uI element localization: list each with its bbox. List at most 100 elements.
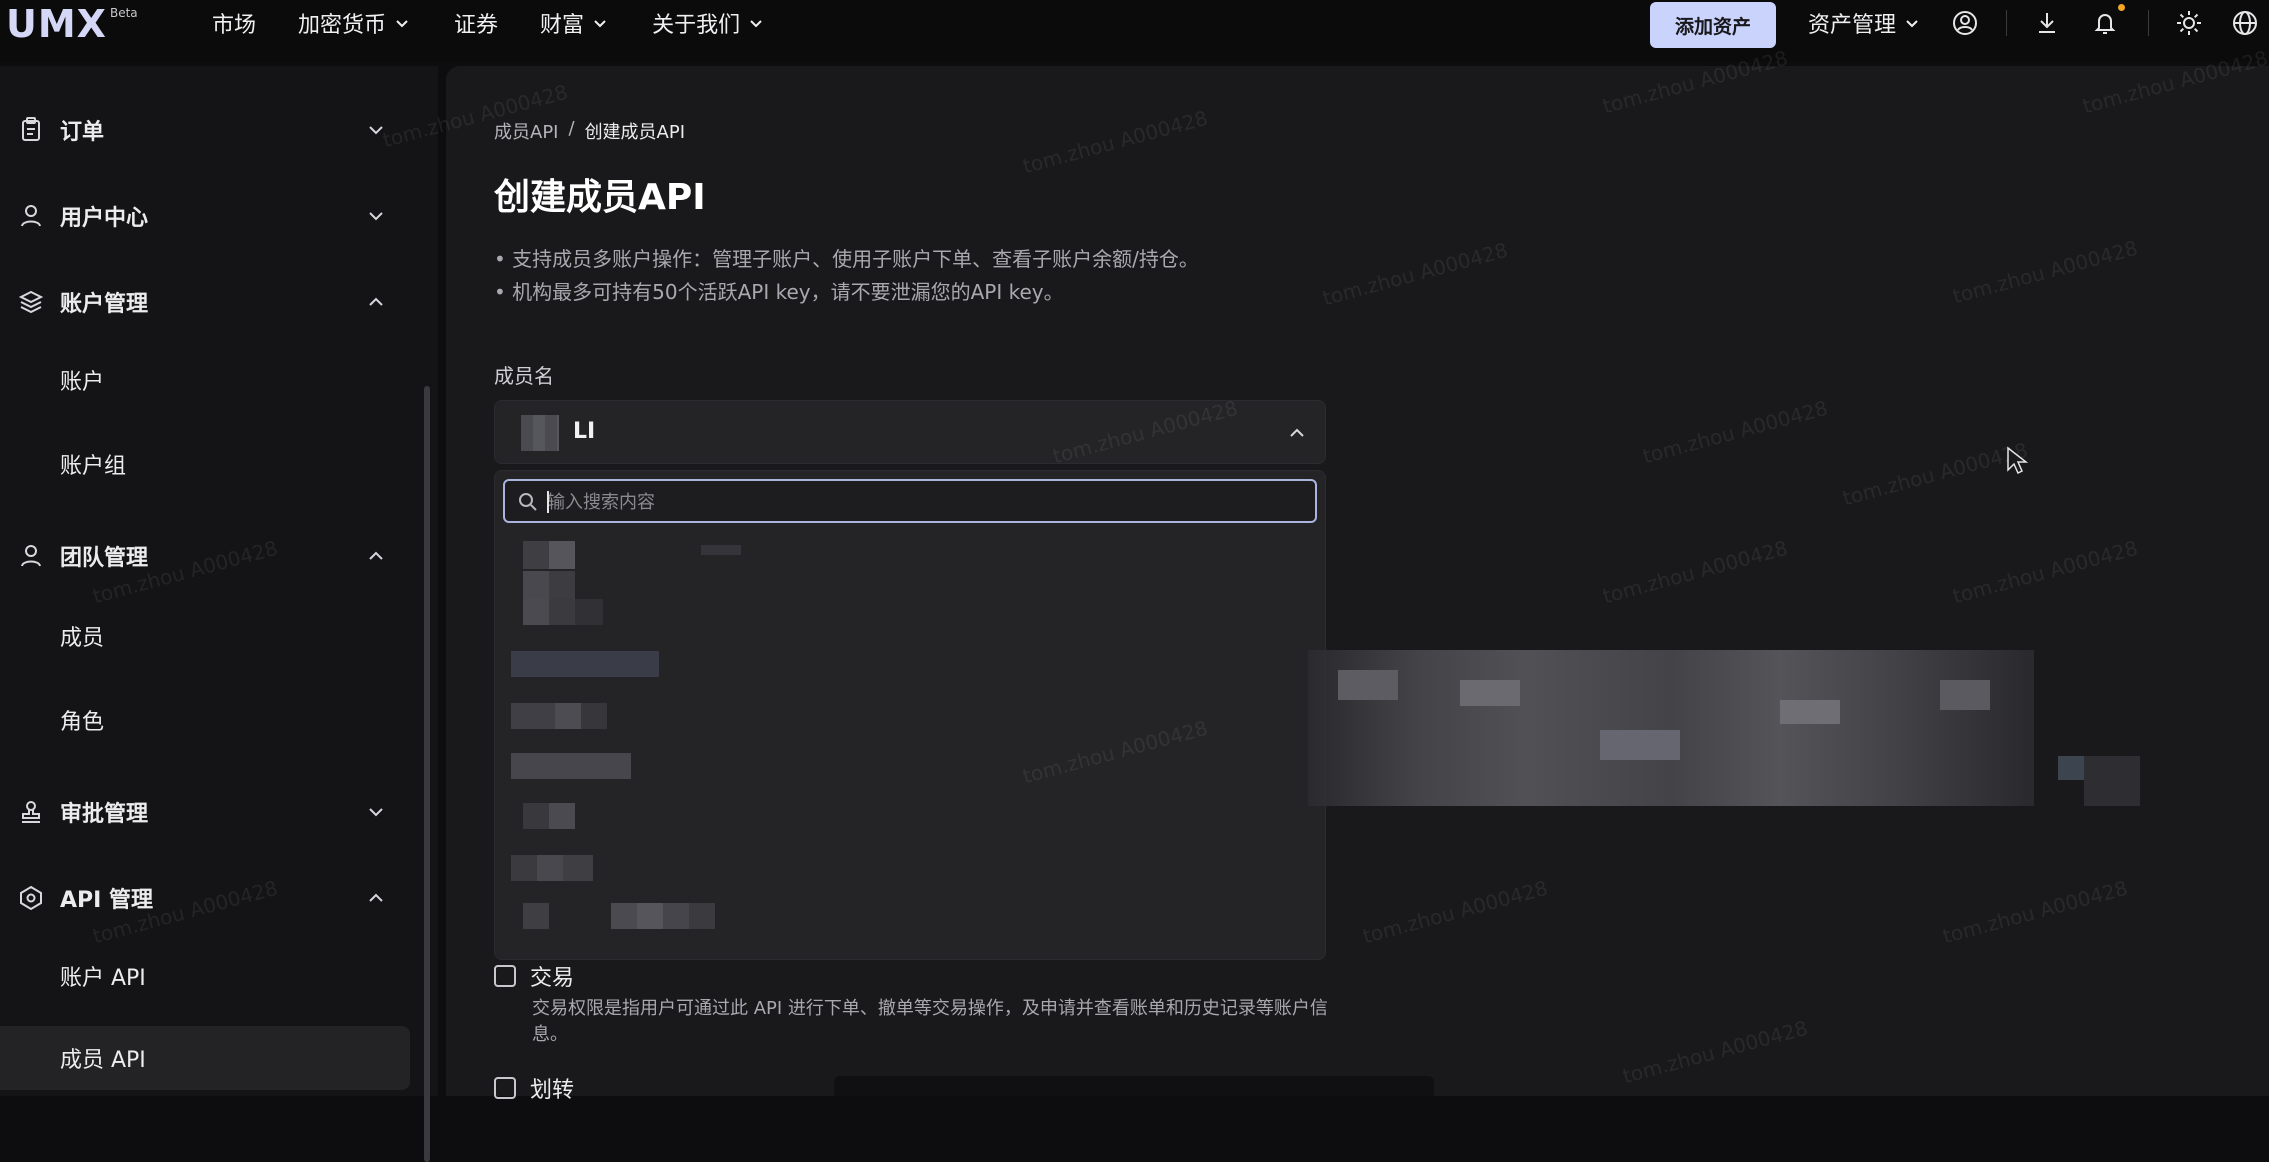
dropdown-option-redacted[interactable]: [511, 571, 811, 601]
nav-item-label: 市场: [212, 13, 257, 38]
bell-icon[interactable]: [2090, 8, 2120, 38]
sidebar: 订单 用户中心 账户管理 账户 账户组 团队管理 成员 角色 审批管理 API …: [0, 66, 438, 1162]
info-note: • 机构最多可持有50个活跃API key，请不要泄漏您的API key。: [494, 280, 1064, 304]
permission-transfer-row[interactable]: 划转: [494, 1072, 574, 1104]
download-icon[interactable]: [2032, 8, 2062, 38]
bottom-floating-bar: [834, 1076, 1434, 1096]
logo-text: UMX: [6, 2, 107, 46]
asset-management-menu[interactable]: 资产管理: [1808, 0, 1922, 46]
chevron-down-icon: [364, 204, 388, 228]
permission-trade-description: 交易权限是指用户可通过此 API 进行下单、撤单等交易操作，及申请并查看账单和历…: [532, 998, 1328, 1045]
member-name-label: 成员名: [494, 364, 554, 388]
dropdown-option-redacted[interactable]: [511, 803, 811, 829]
layers-icon: [16, 287, 46, 317]
nav-item-label: 财富: [540, 13, 585, 38]
permission-trade-row[interactable]: 交易: [494, 960, 574, 992]
sidebar-group-label: 审批管理: [60, 802, 149, 827]
chevron-down-icon: [746, 13, 766, 33]
sidebar-group-orders[interactable]: 订单: [0, 100, 420, 160]
sidebar-item-label: 账户 API: [60, 966, 146, 991]
sidebar-group-label: 用户中心: [60, 206, 149, 231]
permission-transfer-label: 划转: [530, 1078, 575, 1103]
chevron-down-icon: [364, 800, 388, 824]
sidebar-item-account-groups[interactable]: 账户组: [0, 432, 410, 496]
sidebar-item-label: 成员: [60, 626, 105, 651]
nav-item-label: 加密货币: [298, 13, 387, 38]
nav-item-label: 关于我们: [652, 13, 741, 38]
dropdown-option-redacted[interactable]: [511, 541, 811, 571]
sidebar-scrollbar[interactable]: [424, 386, 430, 1162]
sidebar-group-approval-mgmt[interactable]: 审批管理: [0, 782, 420, 842]
sidebar-group-label: 团队管理: [60, 546, 149, 571]
mouse-cursor-icon: [2006, 446, 2029, 476]
sidebar-group-user-center[interactable]: 用户中心: [0, 186, 420, 246]
user-circle-icon[interactable]: [1950, 8, 1980, 38]
sidebar-item-label: 成员 API: [60, 1048, 146, 1073]
sidebar-group-label: 账户管理: [60, 292, 149, 317]
top-navigation-bar: UMX Beta 市场 加密货币 证券 财富 关于我们 添加资产 资产管理: [0, 0, 2269, 62]
dropdown-option-redacted[interactable]: [511, 703, 811, 729]
divider: [2006, 10, 2007, 36]
info-note: • 支持成员多账户操作：管理子账户、使用子账户下单、查看子账户余额/持仓。: [494, 247, 1199, 271]
dropdown-option-redacted[interactable]: [511, 599, 811, 629]
stamp-icon: [16, 797, 46, 827]
nav-item-wealth[interactable]: 财富: [540, 7, 610, 39]
add-asset-button[interactable]: 添加资产: [1650, 2, 1776, 48]
nav-item-securities[interactable]: 证券: [454, 7, 498, 39]
member-select-value: LI: [573, 419, 596, 444]
sidebar-item-roles[interactable]: 角色: [0, 688, 410, 752]
member-select[interactable]: LI: [494, 400, 1326, 464]
nav-item-label: 证券: [454, 13, 499, 38]
sidebar-group-api-mgmt[interactable]: API 管理: [0, 868, 420, 928]
nav-item-crypto[interactable]: 加密货币: [298, 7, 412, 39]
breadcrumb: 成员API / 创建成员API: [494, 118, 685, 144]
sidebar-item-account-api[interactable]: 账户 API: [0, 944, 410, 1008]
member-search-input[interactable]: [547, 487, 1287, 517]
redacted-pixel: [1460, 680, 1520, 706]
chevron-up-icon: [364, 544, 388, 568]
member-dropdown: [494, 470, 1326, 960]
redacted-pixel: [1780, 700, 1840, 724]
sidebar-group-team-mgmt[interactable]: 团队管理: [0, 526, 420, 586]
hexagon-icon: [16, 883, 46, 913]
dropdown-option-redacted[interactable]: [511, 855, 811, 881]
permission-trade-checkbox[interactable]: [494, 965, 516, 987]
redacted-content-block: [1308, 650, 2034, 806]
sidebar-item-label: 角色: [60, 710, 105, 735]
chevron-down-icon: [590, 13, 610, 33]
divider: [2148, 10, 2149, 36]
page-title: 创建成员API: [494, 177, 706, 218]
sidebar-item-members[interactable]: 成员: [0, 604, 410, 668]
redacted-pixel: [2058, 756, 2084, 780]
sun-icon[interactable]: [2174, 8, 2204, 38]
nav-item-about[interactable]: 关于我们: [652, 7, 766, 39]
nav-item-market[interactable]: 市场: [212, 7, 256, 39]
dropdown-option-redacted[interactable]: [511, 651, 811, 677]
dropdown-option-redacted[interactable]: [511, 753, 811, 779]
user-icon: [16, 201, 46, 231]
search-icon: [517, 491, 539, 513]
logo[interactable]: UMX Beta: [6, 4, 138, 44]
member-avatar-redacted: [521, 415, 559, 451]
notification-dot: [2118, 4, 2125, 11]
info-notes: • 支持成员多账户操作：管理子账户、使用子账户下单、查看子账户余额/持仓。 • …: [494, 243, 1199, 309]
globe-icon[interactable]: [2230, 8, 2260, 38]
text-caret: [547, 491, 549, 513]
breadcrumb-link-member-api[interactable]: 成员API: [494, 118, 558, 144]
breadcrumb-current: 创建成员API: [584, 122, 686, 143]
dropdown-option-redacted[interactable]: [511, 903, 811, 929]
redacted-pixel: [1338, 670, 1398, 700]
sidebar-item-member-api[interactable]: 成员 API: [0, 1026, 410, 1090]
sidebar-item-label: 账户组: [60, 454, 127, 479]
sidebar-item-accounts[interactable]: 账户: [0, 348, 410, 412]
sidebar-group-account-mgmt[interactable]: 账户管理: [0, 272, 420, 332]
member-search-box[interactable]: [503, 479, 1317, 523]
sidebar-item-label: 账户: [60, 370, 105, 395]
redacted-pixel: [1600, 730, 1680, 760]
breadcrumb-separator: /: [568, 118, 575, 139]
redacted-pixel: [2084, 756, 2140, 806]
logo-beta-badge: Beta: [109, 6, 138, 20]
sidebar-group-label: 订单: [60, 120, 105, 145]
sidebar-group-label: API 管理: [60, 888, 153, 913]
clipboard-icon: [16, 115, 46, 145]
